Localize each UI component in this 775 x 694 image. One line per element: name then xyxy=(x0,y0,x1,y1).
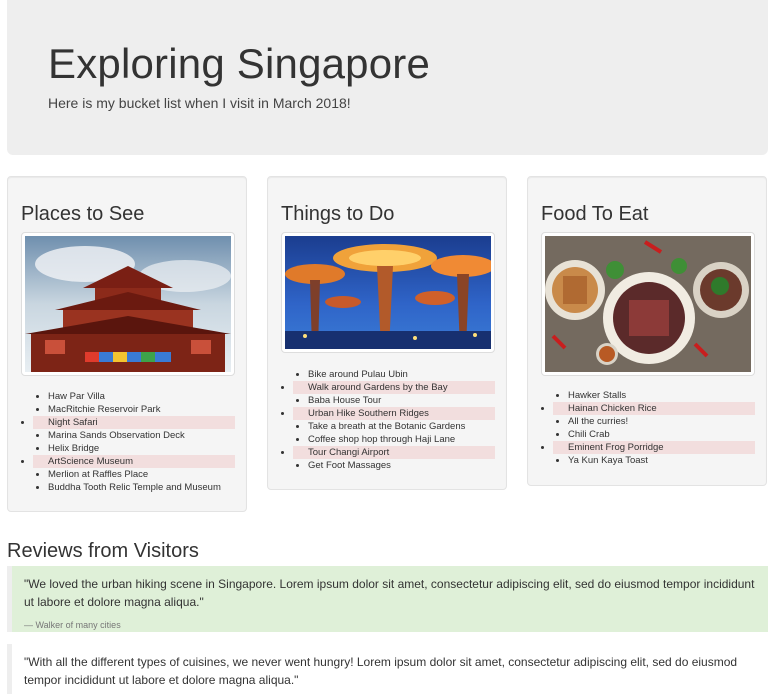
page-subtitle: Here is my bucket list when I visit in M… xyxy=(48,95,351,111)
list-item: Bike around Pulau Ubin xyxy=(308,368,495,381)
list-item: Buddha Tooth Relic Temple and Museum xyxy=(48,481,235,494)
things-card: Things to Do B xyxy=(267,176,507,490)
review-quote: "We loved the urban hiking scene in Sing… xyxy=(7,566,768,632)
list-item: All the curries! xyxy=(568,415,755,428)
list-item: Merlion at Raffles Place xyxy=(48,468,235,481)
temple-photo xyxy=(21,232,235,376)
food-card: Food To Eat Hawker Stalls Hainan Chicken… xyxy=(527,176,767,486)
review-text: "We loved the urban hiking scene in Sing… xyxy=(24,577,755,609)
food-plates-photo xyxy=(541,232,755,376)
list-item: Marina Sands Observation Deck xyxy=(48,429,235,442)
list-item: Walk around Gardens by the Bay xyxy=(293,381,495,394)
list-item: Take a breath at the Botanic Gardens xyxy=(308,420,495,433)
supertree-grove-photo xyxy=(281,232,495,353)
food-list: Hawker Stalls Hainan Chicken Rice All th… xyxy=(541,389,755,467)
list-item: Haw Par Villa xyxy=(48,390,235,403)
card-title: Places to See xyxy=(21,203,145,225)
list-item: MacRitchie Reservoir Park xyxy=(48,403,235,416)
review-quote: "With all the different types of cuisine… xyxy=(7,644,768,694)
list-item: Helix Bridge xyxy=(48,442,235,455)
list-item: Get Foot Massages xyxy=(308,459,495,472)
review-text: "With all the different types of cuisine… xyxy=(24,655,738,687)
list-item: Hawker Stalls xyxy=(568,389,755,402)
page-title: Exploring Singapore xyxy=(48,40,431,87)
list-item: Hainan Chicken Rice xyxy=(553,402,755,415)
reviews-heading: Reviews from Visitors xyxy=(7,540,199,562)
list-item: Coffee shop hop through Haji Lane xyxy=(308,433,495,446)
list-item: ArtScience Museum xyxy=(33,455,235,468)
things-list: Bike around Pulau Ubin Walk around Garde… xyxy=(281,368,495,472)
card-title: Things to Do xyxy=(281,203,395,225)
review-author: — Walker of many cities xyxy=(24,620,121,630)
list-item: Eminent Frog Porridge xyxy=(553,441,755,454)
places-list: Haw Par Villa MacRitchie Reservoir Park … xyxy=(21,390,235,494)
list-item: Night Safari xyxy=(33,416,235,429)
card-title: Food To Eat xyxy=(541,203,649,225)
list-item: Tour Changi Airport xyxy=(293,446,495,459)
places-card: Places to See • Haw Par Villa • MacRitch… xyxy=(7,176,247,512)
list-item: Baba House Tour xyxy=(308,394,495,407)
list-item: Chili Crab xyxy=(568,428,755,441)
header-jumbotron: Exploring Singapore Here is my bucket li… xyxy=(7,0,768,155)
list-item: Urban Hike Southern Ridges xyxy=(293,407,495,420)
list-item: Ya Kun Kaya Toast xyxy=(568,454,755,467)
